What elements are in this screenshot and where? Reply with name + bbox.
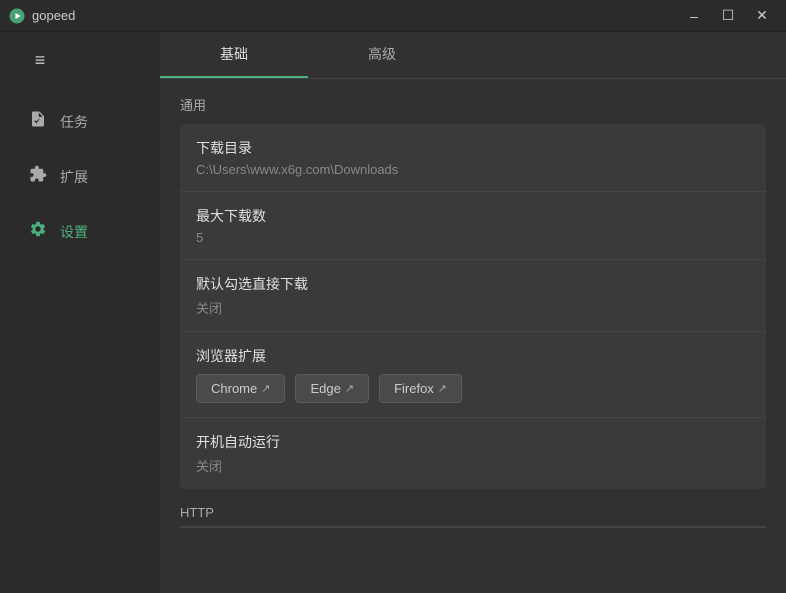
- content-area: 通用 下载目录 C:\Users\www.x6g.com\Downloads 最…: [160, 79, 786, 593]
- settings-card: 下载目录 C:\Users\www.x6g.com\Downloads 最大下载…: [180, 124, 766, 489]
- row-browser-extensions: 浏览器扩展 Chrome ↗ Edge ↗ Firefox ↗: [180, 332, 766, 418]
- app-body: ≡ 任务 扩展 设置: [0, 32, 786, 593]
- app-title: gopeed: [32, 8, 75, 23]
- tasks-icon: [28, 110, 48, 133]
- edge-label: Edge: [310, 381, 340, 396]
- section-http-label: HTTP: [180, 505, 766, 520]
- edge-external-icon: ↗: [345, 382, 354, 395]
- extensions-icon: [28, 165, 48, 188]
- row-download-dir-value: C:\Users\www.x6g.com\Downloads: [196, 162, 750, 177]
- edge-extension-button[interactable]: Edge ↗: [295, 374, 369, 403]
- row-download-dir-label: 下载目录: [196, 138, 750, 158]
- window-controls: – ☐ ✕: [678, 2, 778, 30]
- row-direct-download[interactable]: 默认勾选直接下载 关闭: [180, 260, 766, 332]
- section-general-label: 通用: [180, 95, 766, 114]
- settings-icon: [28, 220, 48, 243]
- row-max-downloads[interactable]: 最大下载数 5: [180, 192, 766, 260]
- firefox-external-icon: ↗: [438, 382, 447, 395]
- close-button[interactable]: ✕: [746, 2, 778, 30]
- main-content: 基础 高级 通用 下载目录 C:\Users\www.x6g.com\Downl…: [160, 32, 786, 593]
- sidebar-item-extensions[interactable]: 扩展: [8, 151, 152, 202]
- http-divider: [180, 526, 766, 528]
- chrome-label: Chrome: [211, 381, 257, 396]
- menu-toggle-button[interactable]: ≡: [20, 42, 60, 78]
- sidebar-item-settings-label: 设置: [60, 222, 88, 242]
- sidebar-item-tasks-label: 任务: [60, 112, 88, 132]
- chrome-extension-button[interactable]: Chrome ↗: [196, 374, 285, 403]
- sidebar-item-extensions-label: 扩展: [60, 167, 88, 187]
- firefox-extension-button[interactable]: Firefox ↗: [379, 374, 462, 403]
- browser-buttons-group: Chrome ↗ Edge ↗ Firefox ↗: [196, 374, 750, 403]
- app-logo-icon: [8, 7, 26, 25]
- row-autostart-label: 开机自动运行: [196, 432, 750, 452]
- row-autostart-value: 关闭: [196, 456, 750, 475]
- row-max-downloads-label: 最大下载数: [196, 206, 750, 226]
- row-direct-download-value: 关闭: [196, 298, 750, 317]
- row-browser-extensions-label: 浏览器扩展: [196, 346, 750, 366]
- title-bar-left: gopeed: [8, 7, 75, 25]
- row-download-dir[interactable]: 下载目录 C:\Users\www.x6g.com\Downloads: [180, 124, 766, 192]
- sidebar-item-tasks[interactable]: 任务: [8, 96, 152, 147]
- title-bar: gopeed – ☐ ✕: [0, 0, 786, 32]
- row-direct-download-label: 默认勾选直接下载: [196, 274, 750, 294]
- firefox-label: Firefox: [394, 381, 434, 396]
- maximize-button[interactable]: ☐: [712, 2, 744, 30]
- sidebar-item-settings[interactable]: 设置: [8, 206, 152, 257]
- minimize-button[interactable]: –: [678, 2, 710, 30]
- sidebar: ≡ 任务 扩展 设置: [0, 32, 160, 593]
- chrome-external-icon: ↗: [261, 382, 270, 395]
- tab-advanced[interactable]: 高级: [308, 32, 456, 78]
- tabs-bar: 基础 高级: [160, 32, 786, 79]
- row-max-downloads-value: 5: [196, 230, 750, 245]
- tab-basic[interactable]: 基础: [160, 32, 308, 78]
- row-autostart[interactable]: 开机自动运行 关闭: [180, 418, 766, 489]
